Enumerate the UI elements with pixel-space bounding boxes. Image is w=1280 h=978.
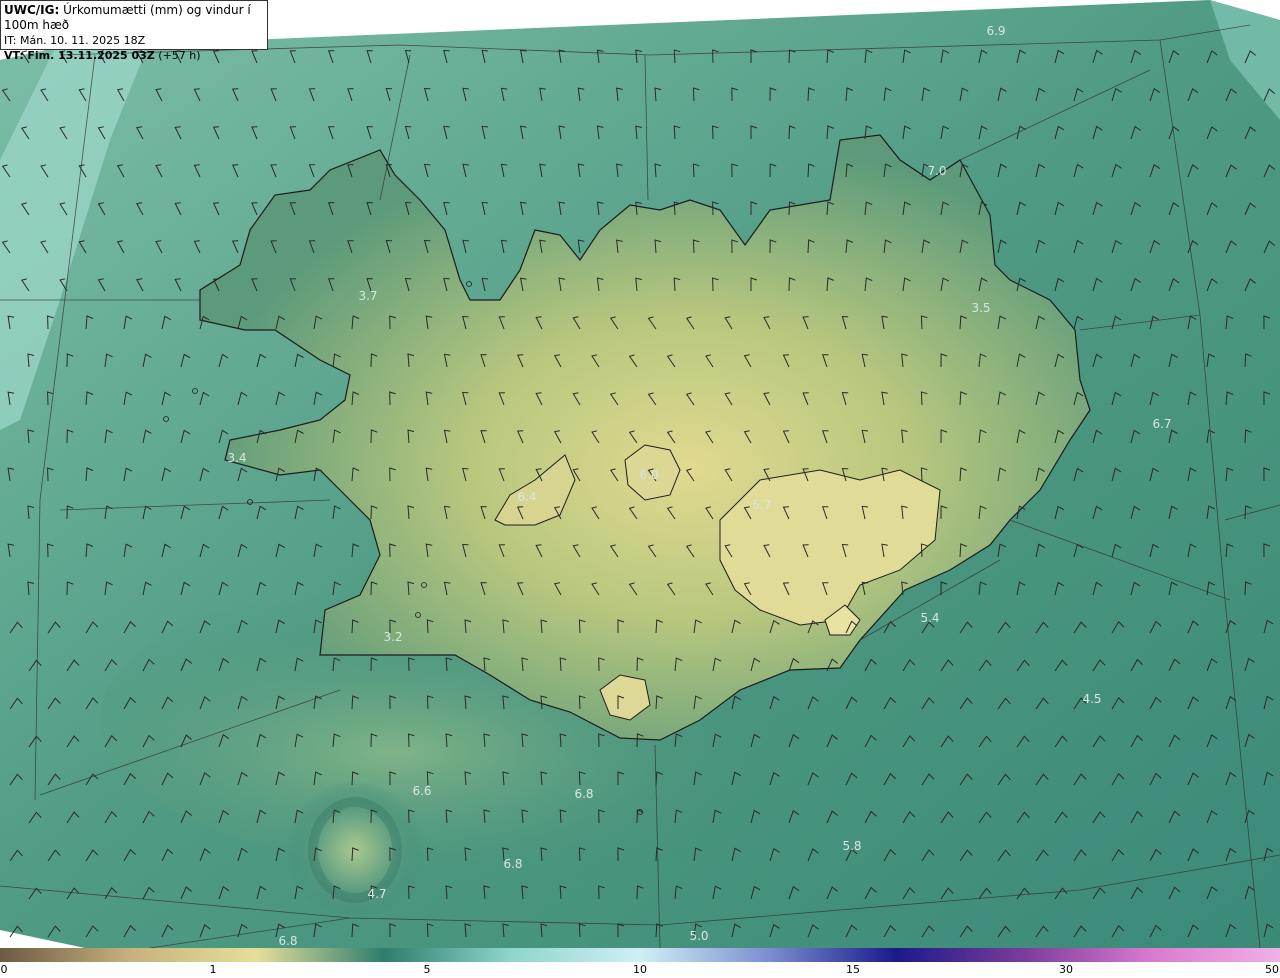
map-value-label: 6.8 [503,857,523,871]
colorbar-tick-label: 30 [1059,963,1073,976]
product-code: UWC/IG: [4,3,60,17]
valid-time: Fim. 13.11.2025 03Z [27,49,155,62]
map-value-label: 6.0 [639,468,659,482]
map-value-label: 6.7 [1152,417,1172,431]
map-value-label: 3.7 [358,289,378,303]
colorbar-tick-label: 1 [209,963,217,976]
map-value-label: 7.0 [927,164,947,178]
initial-time: IT: Mán. 10. 11. 2025 18Z [4,34,146,47]
colorbar-tick-label: 0 [0,963,8,976]
map-value-label: 3.5 [971,301,991,315]
map-info-box: UWC/IG: Úrkomumætti (mm) og vindur í 100… [0,0,268,62]
map-value-label: 3.2 [383,630,403,644]
lead-time: (+57 h) [158,49,201,62]
map-value-label: 6.9 [986,24,1006,38]
colorbar-tick-label: 15 [846,963,860,976]
map-value-label: 5.4 [920,611,940,625]
colorbar-tick-label: 50 [1265,963,1279,976]
map-value-label: 5.0 [689,929,709,943]
map-value-label: 6.6 [412,784,432,798]
colorbar-tick-label: 5 [423,963,431,976]
map-value-label: 6.4 [517,490,537,504]
colorbar-ticks: 0 1 5 10 15 30 50 [0,962,1280,978]
colorbar-tick-label: 10 [633,963,647,976]
map-value-label: 5.8 [842,839,862,853]
map-value-label: 4.7 [367,887,387,901]
map-value-label: 4.5 [1082,692,1102,706]
map-value-label: 5.7 [752,498,772,512]
valid-time-label: VT: [4,49,24,62]
map-value-label: 6.8 [278,934,298,948]
colorbar [0,948,1280,962]
map-value-label: 6.8 [574,787,594,801]
map-value-label: 3.4 [227,451,247,465]
